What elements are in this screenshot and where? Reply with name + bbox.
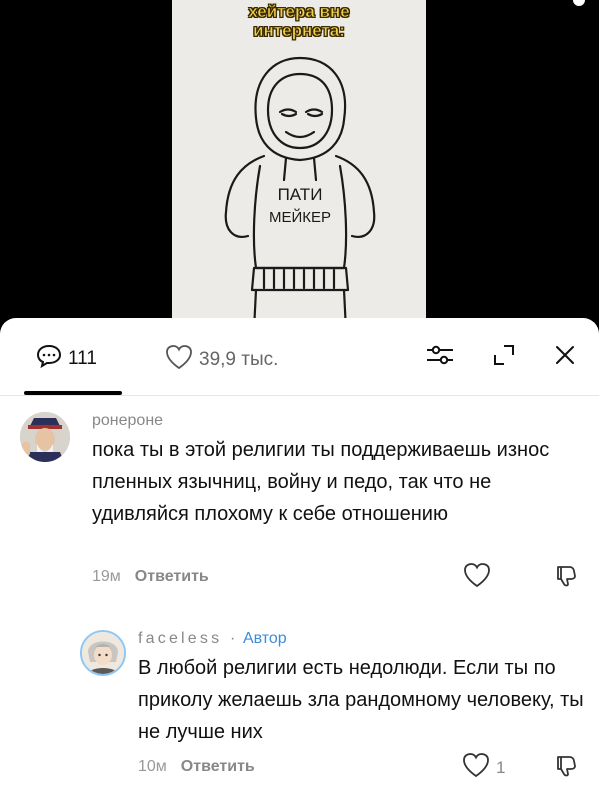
reply-button[interactable]: Ответить [181,758,255,776]
filter-sliders-icon [425,342,455,373]
like-icon [462,752,490,783]
like-button[interactable]: 1 [462,752,505,783]
hoodie-text-line-1: ПАТИ [278,185,323,204]
filter-button[interactable] [425,342,455,372]
hoodie-text-line-2: МЕЙКЕР [269,208,331,226]
comment-author[interactable]: faceless · Автор [138,630,287,648]
author-badge: Автор [242,630,287,647]
author-separator: · [229,630,236,647]
comment-meta: 10м Ответить [138,758,255,776]
reply-button[interactable]: Ответить [135,568,209,586]
comment-meta: 19м Ответить [92,568,209,586]
comments-tabbar: 111 39,9 тыс. [0,318,599,396]
likes-count: 39,9 тыс. [199,348,279,370]
tab-likes[interactable]: 39,9 тыс. [165,344,278,375]
comment-text: В любой религии есть недолюди. Если ты п… [138,657,584,743]
avatar[interactable] [80,630,126,676]
video-player[interactable]: хейтера вне интернета: ПАТИ МЕЙКЕР [0,0,599,330]
like-icon [463,562,491,593]
tab-active-indicator [24,391,122,395]
status-dot [573,0,585,6]
comment-bubble-icon [36,344,62,373]
heart-icon [165,344,193,375]
comment-time: 19м [92,568,121,585]
dislike-icon [554,754,578,783]
avatar[interactable] [20,412,70,462]
comment-time: 10м [138,758,167,775]
dislike-icon [554,564,578,593]
tab-comments[interactable]: 111 [36,344,97,373]
like-count: 1 [496,757,506,777]
expand-button[interactable] [489,342,519,372]
comment-author-name: faceless [138,630,223,647]
video-caption-line-2: интернета: [253,21,345,41]
comment-text: пока ты в этой религии ты поддерживаешь … [92,439,550,525]
dislike-button[interactable] [554,754,578,783]
like-button[interactable] [463,562,491,593]
dislike-button[interactable] [554,564,578,593]
hoodie-character-drawing: ПАТИ МЕЙКЕР [224,56,376,330]
comment-author[interactable]: ронероне [92,412,163,430]
video-frame[interactable]: хейтера вне интернета: ПАТИ МЕЙКЕР [172,0,426,330]
video-caption-line-1: хейтера вне [248,2,350,22]
close-button[interactable] [550,342,580,372]
video-caption: хейтера вне интернета: [172,2,426,41]
close-icon [554,344,576,371]
expand-icon [491,342,517,373]
comments-count: 111 [68,347,97,369]
comments-sheet: 111 39,9 тыс. ронероне пока ты в этой ре… [0,318,599,800]
